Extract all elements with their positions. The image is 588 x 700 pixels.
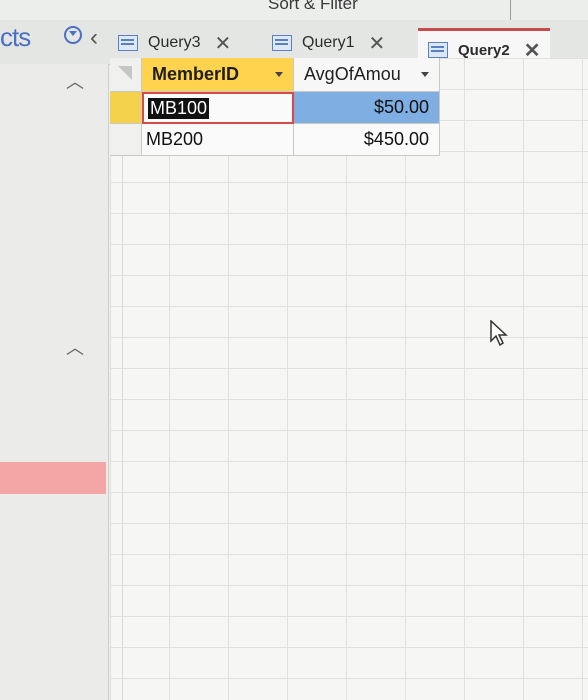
cell-value: $450.00	[363, 129, 429, 149]
mouse-cursor-icon	[490, 320, 508, 346]
tab-label: Query2	[458, 41, 510, 59]
column-header-label: MemberID	[152, 64, 240, 84]
cell-value: MB100	[148, 97, 210, 119]
close-icon[interactable]: ✕	[368, 31, 385, 56]
row-selector[interactable]	[110, 124, 142, 156]
column-header-memberid[interactable]: MemberID	[142, 58, 294, 92]
cell-value: MB200	[146, 129, 204, 149]
ribbon-separator	[510, 0, 511, 22]
query-icon	[118, 35, 138, 51]
chevron-up-icon[interactable]: ︿	[66, 68, 84, 92]
tab-label: Query3	[148, 34, 201, 51]
nav-selected-item[interactable]	[0, 462, 106, 494]
cell-value: $50.00	[373, 97, 429, 117]
tab-query1[interactable]: Query1 ✕	[272, 24, 385, 62]
cell-avgofamount[interactable]: $450.00	[294, 124, 440, 156]
grid-divider	[122, 90, 123, 700]
query-icon	[428, 42, 448, 58]
cell-avgofamount[interactable]: $50.00	[294, 92, 440, 124]
chevron-down-icon[interactable]	[421, 72, 429, 77]
collapse-nav-icon[interactable]: ‹	[90, 24, 98, 52]
nav-pane-title: cts	[0, 22, 31, 52]
chevron-down-icon[interactable]	[64, 26, 82, 44]
query-icon	[272, 35, 292, 51]
tab-label: Query1	[302, 34, 355, 51]
column-header-label: AvgOfAmou	[304, 64, 401, 84]
row-selector[interactable]	[110, 92, 142, 124]
tab-query3[interactable]: Query3 ✕	[118, 24, 231, 62]
ribbon-group-label: Sort & Filter	[268, 0, 358, 13]
cell-memberid[interactable]: MB100	[142, 92, 294, 124]
column-header-avgofamount[interactable]: AvgOfAmou	[294, 58, 440, 92]
table-row: MB200 $450.00	[110, 124, 440, 156]
chevron-up-icon[interactable]: ︿	[66, 334, 84, 358]
cell-memberid[interactable]: MB200	[142, 124, 294, 156]
datasheet-header-row: MemberID AvgOfAmou	[110, 58, 440, 92]
close-icon[interactable]: ✕	[214, 31, 231, 56]
chevron-down-icon[interactable]	[275, 72, 283, 77]
select-all-button[interactable]	[110, 58, 142, 92]
navigation-pane: ︿ ︿	[0, 64, 109, 700]
table-row: MB100 $50.00	[110, 92, 440, 124]
